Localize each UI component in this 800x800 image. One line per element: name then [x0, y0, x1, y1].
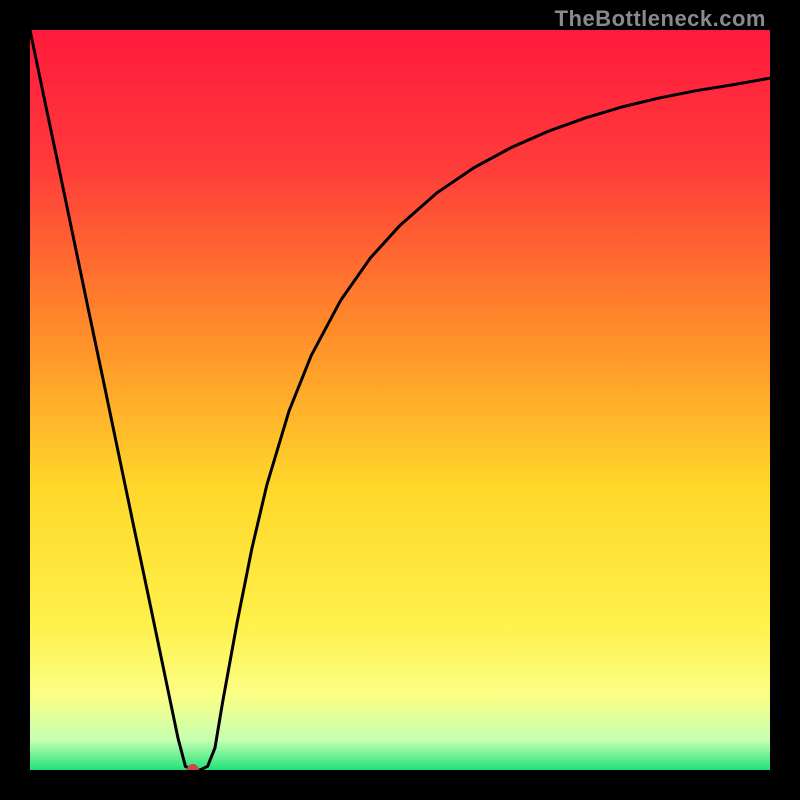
chart-frame: [30, 30, 770, 770]
bottleneck-chart: [30, 30, 770, 770]
gradient-background: [30, 30, 770, 770]
watermark-text: TheBottleneck.com: [555, 6, 766, 32]
